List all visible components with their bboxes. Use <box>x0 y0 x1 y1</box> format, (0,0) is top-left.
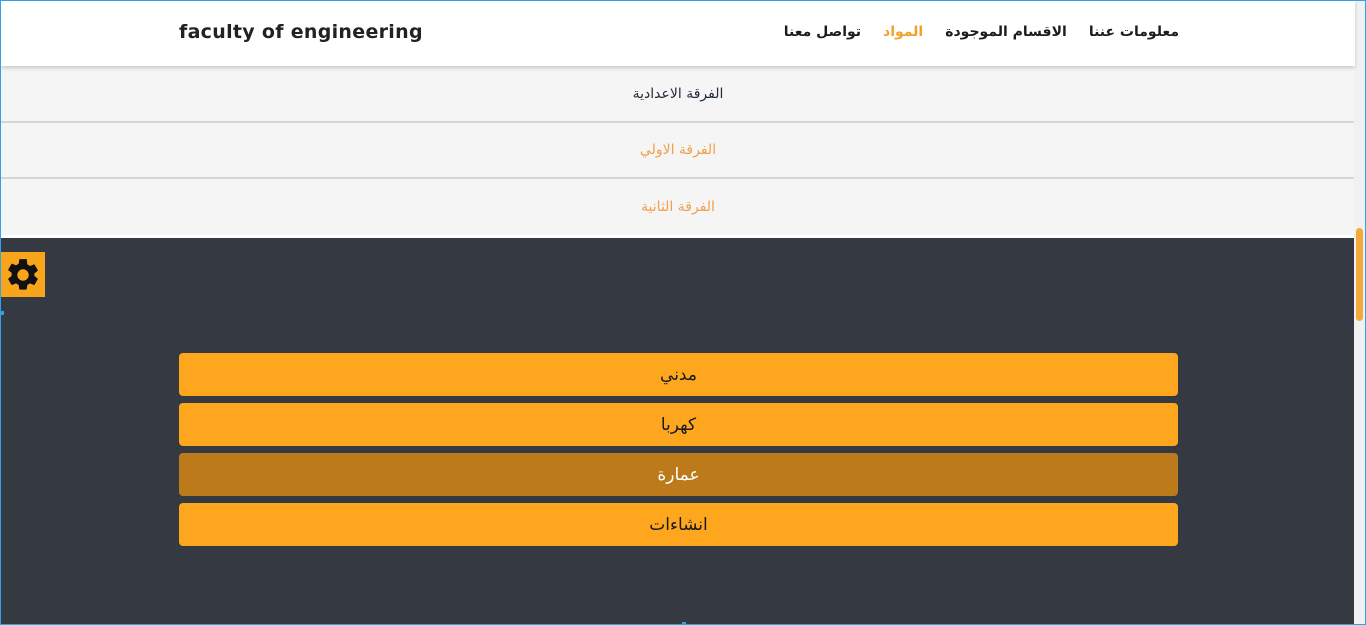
browser-viewport: faculty of engineering تواصل معنا المواد… <box>0 0 1366 625</box>
year-item-first[interactable]: الفرقة الاولي <box>1 123 1355 179</box>
nav-link-contact[interactable]: تواصل معنا <box>784 24 861 40</box>
departments-section: مدني كهربا عمارة انشاءات <box>1 238 1355 624</box>
settings-button[interactable] <box>1 252 45 297</box>
year-item-second[interactable]: الفرقة الثانية <box>1 179 1355 235</box>
nav-link-about[interactable]: معلومات عننا <box>1089 24 1179 40</box>
nav-link-subjects[interactable]: المواد <box>883 24 923 40</box>
gear-icon <box>8 258 38 290</box>
department-button-civil[interactable]: مدني <box>179 353 1178 396</box>
scrollbar-thumb[interactable] <box>1356 228 1363 321</box>
page: faculty of engineering تواصل معنا المواد… <box>1 1 1355 624</box>
page-scrollbar[interactable] <box>1354 1 1365 624</box>
brand-title[interactable]: faculty of engineering <box>179 21 423 43</box>
department-button-construction[interactable]: انشاءات <box>179 503 1178 546</box>
year-item-label: الفرقة الاولي <box>639 142 717 158</box>
navbar: faculty of engineering تواصل معنا المواد… <box>1 1 1355 66</box>
department-button-architecture[interactable]: عمارة <box>179 453 1178 496</box>
nav-links: تواصل معنا المواد الاقسام الموجودة معلوم… <box>784 24 1179 40</box>
year-list: الفرقة الاعدادية الفرقة الاولي الفرقة ال… <box>1 66 1355 235</box>
department-list: مدني كهربا عمارة انشاءات <box>179 353 1178 553</box>
selection-handle <box>1 311 4 315</box>
year-item-label: الفرقة الثانية <box>641 199 715 215</box>
year-item-label: الفرقة الاعدادية <box>632 85 724 102</box>
nav-link-departments[interactable]: الاقسام الموجودة <box>945 24 1067 40</box>
department-button-electrical[interactable]: كهربا <box>179 403 1178 446</box>
year-item-preparatory[interactable]: الفرقة الاعدادية <box>1 66 1355 123</box>
